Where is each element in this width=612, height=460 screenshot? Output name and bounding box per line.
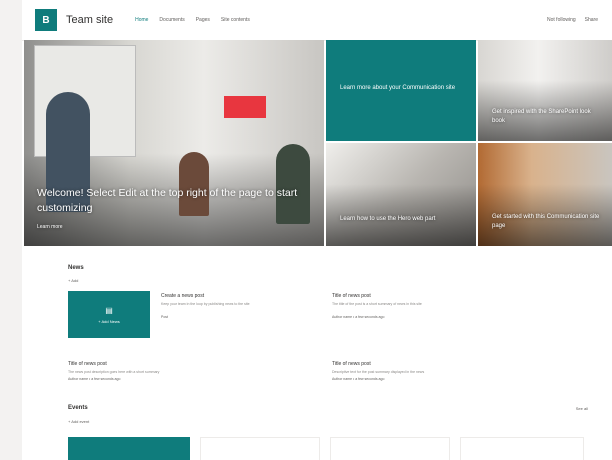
news-item[interactable]: Title of news post The news post descrip… bbox=[68, 361, 218, 381]
news-heading: News bbox=[68, 265, 84, 271]
news-item-meta: Author name • a few seconds ago bbox=[332, 315, 385, 319]
news-item-title: Create a news post bbox=[161, 293, 205, 299]
site-header: B Team site Home Documents Pages Site co… bbox=[22, 0, 612, 41]
events-heading: Events bbox=[68, 405, 88, 411]
site-logo[interactable]: B bbox=[35, 9, 57, 31]
news-item-desc: Keep your team in the loop by publishing… bbox=[161, 302, 250, 306]
hero-teal-caption: Learn more about your Communication site bbox=[340, 85, 456, 91]
event-card[interactable] bbox=[68, 437, 190, 460]
hero-main-title: Welcome! Select Edit at the top right of… bbox=[37, 187, 298, 214]
follow-button[interactable]: Not following bbox=[547, 17, 576, 23]
event-card[interactable] bbox=[460, 437, 584, 460]
news-item-title: Title of news post bbox=[332, 361, 371, 367]
nav-home[interactable]: Home bbox=[135, 17, 148, 23]
news-item-desc: The title of the post is a short summary… bbox=[332, 302, 422, 306]
hero-tile-architecture[interactable]: Learn how to use the Hero web part bbox=[326, 143, 476, 246]
hero-web-part: Welcome! Select Edit at the top right of… bbox=[22, 40, 612, 246]
hero-tile-teal[interactable]: Learn more about your Communication site bbox=[326, 40, 476, 141]
header-actions: Not following Share bbox=[547, 17, 598, 23]
news-feature-tile[interactable]: ▤ + Add News bbox=[68, 291, 150, 338]
nav-pages[interactable]: Pages bbox=[196, 17, 210, 23]
nav-site-contents[interactable]: Site contents bbox=[221, 17, 250, 23]
hero-tile-people[interactable]: Get inspired with the SharePoint look bo… bbox=[478, 40, 612, 141]
news-item-meta: Author name • a few seconds ago bbox=[332, 377, 385, 381]
hero-tile-office[interactable]: Get started with this Communication site… bbox=[478, 143, 612, 246]
add-news-label: + Add News bbox=[98, 318, 120, 324]
add-news-link[interactable]: + Add bbox=[68, 278, 78, 283]
red-panel-graphic bbox=[224, 96, 266, 118]
news-item-desc: The news post description goes here with… bbox=[68, 370, 160, 374]
nav-documents[interactable]: Documents bbox=[159, 17, 184, 23]
see-all-events-link[interactable]: See all bbox=[576, 406, 588, 411]
share-button[interactable]: Share bbox=[585, 17, 598, 23]
page: B Team site Home Documents Pages Site co… bbox=[22, 0, 612, 460]
hero-office-caption: Get started with this Communication site… bbox=[492, 214, 600, 229]
news-item-meta: Author name • a few seconds ago bbox=[68, 377, 121, 381]
event-card[interactable] bbox=[200, 437, 320, 460]
news-icon: ▤ bbox=[105, 305, 113, 315]
news-item-meta: Post bbox=[161, 315, 169, 319]
site-title[interactable]: Team site bbox=[66, 14, 113, 26]
news-item[interactable]: Title of news post Descriptive text for … bbox=[332, 361, 482, 381]
site-nav: Home Documents Pages Site contents bbox=[135, 17, 250, 23]
news-item-title: Title of news post bbox=[68, 361, 107, 367]
event-card[interactable] bbox=[330, 437, 450, 460]
hero-main-link[interactable]: Learn more bbox=[37, 224, 63, 230]
news-item[interactable]: Create a news post Keep your team in the… bbox=[161, 293, 311, 319]
add-event-link[interactable]: + Add event bbox=[68, 419, 89, 424]
news-item[interactable]: Title of news post The title of the post… bbox=[332, 293, 482, 319]
news-item-desc: Descriptive text for the post summary di… bbox=[332, 370, 425, 374]
hero-arch-caption: Learn how to use the Hero web part bbox=[340, 216, 436, 222]
hero-people-caption: Get inspired with the SharePoint look bo… bbox=[492, 109, 591, 124]
news-item-title: Title of news post bbox=[332, 293, 371, 299]
hero-tile-main[interactable]: Welcome! Select Edit at the top right of… bbox=[24, 40, 324, 246]
